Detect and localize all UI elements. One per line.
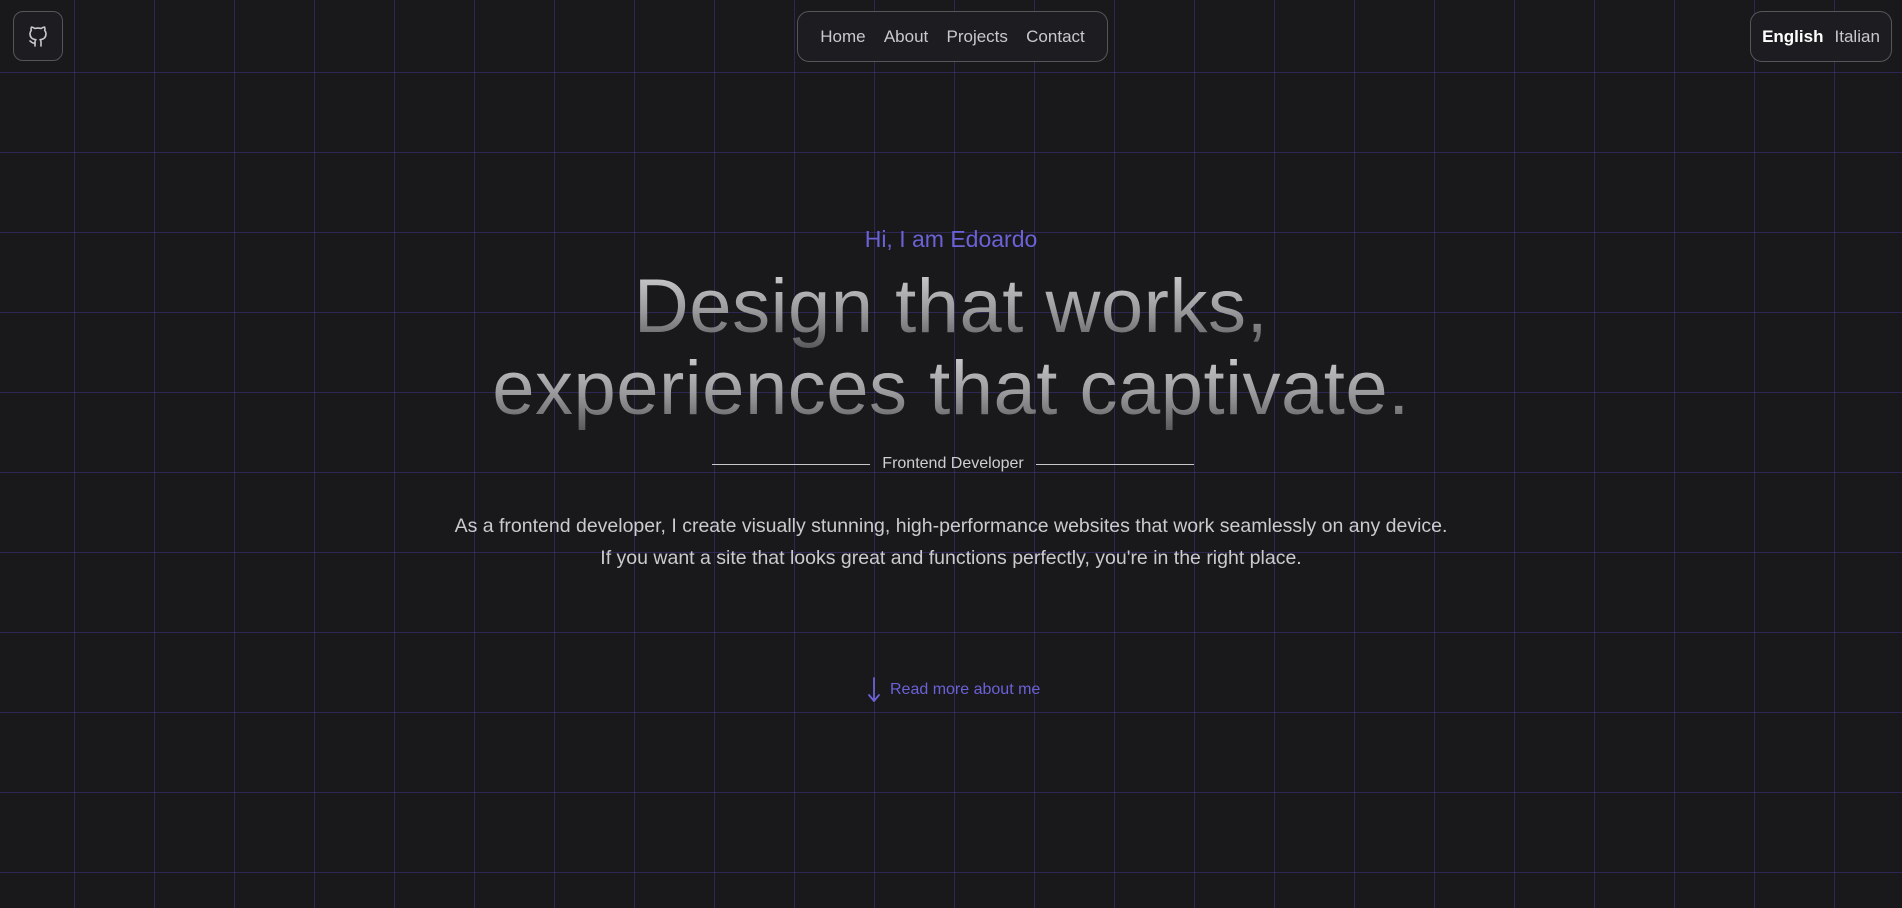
divider-left <box>712 463 871 465</box>
read-more-label: Read more about me <box>890 681 1041 698</box>
language-switcher: English Italian <box>1750 11 1892 62</box>
intro-line-2: If you want a site that looks great and … <box>600 547 1302 569</box>
nav-home[interactable]: Home <box>820 27 865 47</box>
divider-right <box>1035 463 1195 465</box>
hero-intro: As a frontend developer, I create visual… <box>0 510 1902 574</box>
lang-english[interactable]: English <box>1762 27 1823 47</box>
headline-line-2: experiences that captivate. <box>0 348 1902 430</box>
github-icon <box>29 26 47 47</box>
hero-headline: Design that works, experiences that capt… <box>0 266 1902 430</box>
headline-line-1: Design that works, <box>0 266 1902 348</box>
github-button[interactable] <box>13 11 63 61</box>
role-divider: Frontend Developer <box>712 455 1195 473</box>
arrow-down-icon <box>868 677 880 702</box>
nav-projects[interactable]: Projects <box>947 27 1008 47</box>
nav-about[interactable]: About <box>884 27 928 47</box>
read-more-link[interactable]: Read more about me <box>866 676 1040 704</box>
hero-greeting: Hi, I am Edoardo <box>864 226 1038 252</box>
role-label: Frontend Developer <box>882 455 1024 472</box>
main-nav: Home About Projects Contact <box>797 11 1108 62</box>
nav-contact[interactable]: Contact <box>1026 27 1085 47</box>
lang-italian[interactable]: Italian <box>1835 27 1880 47</box>
intro-line-1: As a frontend developer, I create visual… <box>454 515 1448 537</box>
